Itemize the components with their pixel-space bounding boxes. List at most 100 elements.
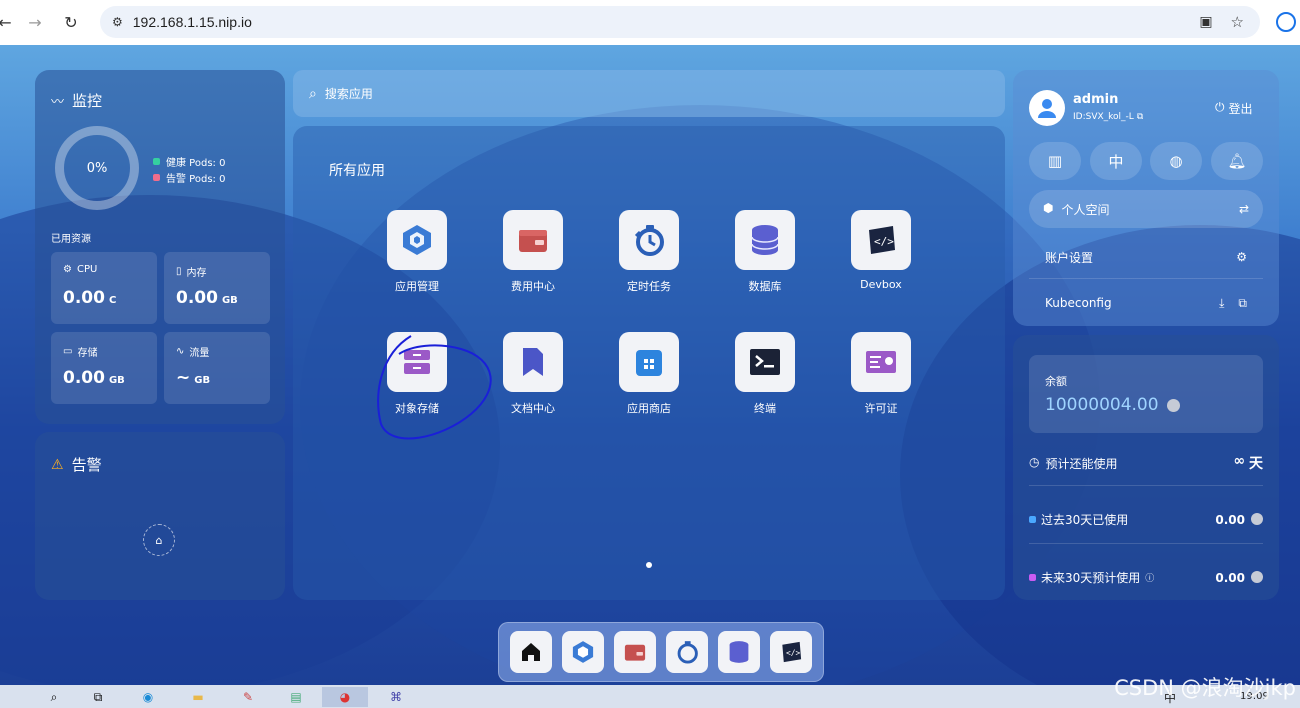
memory-icon: ▯ (176, 266, 182, 277)
divider (1029, 278, 1263, 279)
used-resources-label: 已用资源 (51, 234, 91, 245)
app-license[interactable]: 许可证 (836, 332, 926, 416)
store-icon (619, 332, 679, 392)
copy-kubeconfig-icon[interactable]: ⧉ (1238, 296, 1247, 311)
username: admin (1073, 92, 1119, 107)
network-tool-icon[interactable]: ⌘ (386, 687, 406, 707)
monitor-icon: 〰 (51, 95, 65, 110)
notification-button[interactable]: 🔔︎ (1211, 142, 1263, 180)
watermark: CSDN @浪淘沙jkp (1114, 676, 1296, 700)
kubeconfig: Kubeconfig ⤓ ⧉ (1045, 295, 1247, 311)
copy-icon[interactable]: ⧉ (1137, 112, 1143, 122)
bell-icon: 🔔︎ (1227, 152, 1247, 170)
notepad-icon[interactable]: ▤ (286, 687, 306, 707)
task-view-icon[interactable]: ⧉ (88, 687, 108, 707)
download-icon[interactable]: ⤓ (1219, 296, 1224, 311)
docs-button[interactable]: ▥ (1029, 142, 1081, 180)
user-panel: admin ID:SVX_kol_-L ⧉ ⏻ 登出 ▥ 中 ◍ 🔔︎ ⬢ 个人空… (1013, 70, 1279, 326)
search-input[interactable]: ⌕ 搜索应用 (293, 70, 1005, 117)
app-dock: </> (498, 622, 824, 682)
edge-browser-icon[interactable]: ◉ (138, 687, 158, 707)
search-icon[interactable]: ⌕ (44, 687, 64, 707)
disk-icon: ▭ (63, 346, 73, 357)
timer-icon (619, 210, 679, 270)
reload-button[interactable]: ↻ (56, 7, 86, 37)
wallet-icon (503, 210, 563, 270)
home-icon (522, 643, 540, 661)
account-settings[interactable]: 账户设置 ⚙ (1029, 245, 1263, 269)
app-billing-center[interactable]: 费用中心 (488, 210, 578, 294)
browser-toolbar: ← → ↻ ⚙ 192.168.1.15.nip.io ▣ ☆ (0, 0, 1300, 45)
paint-icon[interactable]: ✎ (238, 687, 258, 707)
file-explorer-icon[interactable]: ▬ (188, 687, 208, 707)
user-id[interactable]: ID:SVX_kol_-L ⧉ (1073, 112, 1143, 122)
healthy-dot (153, 158, 160, 165)
dock-billing-center[interactable] (614, 631, 656, 673)
divider (1029, 543, 1263, 544)
divider (1029, 485, 1263, 486)
traffic-icon: ∿ (176, 346, 185, 357)
install-icon[interactable]: ▣ (1199, 14, 1212, 30)
empty-alerts-icon: ⌂ (143, 524, 175, 556)
past-dot (1029, 516, 1036, 523)
app-devbox[interactable]: </> Devbox (836, 210, 926, 291)
page-indicator-dot[interactable] (646, 562, 652, 568)
github-button[interactable]: ◍ (1150, 142, 1202, 180)
app-scheduled-tasks[interactable]: 定时任务 (604, 210, 694, 294)
alerts-title: ⚠ 告警 (51, 456, 102, 474)
database-icon (729, 641, 749, 663)
help-icon[interactable]: ⓘ (1145, 571, 1154, 584)
wallet-icon (624, 644, 646, 661)
coin-icon (1166, 398, 1180, 412)
app-terminal[interactable]: 终端 (720, 332, 810, 416)
search-icon: ⌕ (309, 85, 317, 102)
desktop: 〰 监控 0% 健康 Pods: 0 告警 Pods: 0 已用资源 ⚙ CPU … (0, 45, 1300, 685)
cube-icon (572, 641, 594, 663)
document-icon (503, 332, 563, 392)
license-icon (851, 332, 911, 392)
dock-application-management[interactable] (562, 631, 604, 673)
cpu-icon: ⚙ (63, 264, 72, 275)
dock-home[interactable] (510, 631, 552, 673)
coin-icon (1251, 570, 1263, 583)
url-text: 192.168.1.15.nip.io (132, 14, 252, 30)
dock-database[interactable] (718, 631, 760, 673)
future-dot (1029, 574, 1036, 581)
forward-button[interactable]: → (20, 7, 50, 37)
monitor-title: 〰 监控 (51, 92, 103, 110)
svg-text:</>: </> (786, 649, 801, 658)
switch-icon: ⇄ (1238, 202, 1249, 216)
logout-button[interactable]: ⏻ 登出 (1215, 100, 1253, 117)
chrome-browser-icon[interactable]: ◕ (322, 687, 368, 707)
terminal-icon (735, 332, 795, 392)
app-document-center[interactable]: 文档中心 (488, 332, 578, 416)
app-store[interactable]: 应用商店 (604, 332, 694, 416)
workspace-switcher[interactable]: ⬢ 个人空间 ⇄ (1029, 190, 1263, 228)
language-button[interactable]: 中 (1090, 142, 1142, 180)
bookmark-star-icon[interactable]: ☆ (1231, 13, 1244, 31)
avatar[interactable] (1029, 90, 1065, 126)
next-30-days-row: 未来30天预计使用 ⓘ 0.00 (1029, 569, 1263, 586)
devbox-icon: </> (851, 210, 911, 270)
devbox-icon: </> (782, 641, 802, 663)
app-database[interactable]: 数据库 (720, 210, 810, 294)
profile-icon[interactable] (1276, 12, 1296, 32)
dock-devbox[interactable]: </> (770, 631, 812, 673)
dock-scheduled-tasks[interactable] (666, 631, 708, 673)
site-settings-icon[interactable]: ⚙ (112, 15, 123, 29)
search-placeholder: 搜索应用 (324, 87, 373, 101)
balance-label: 余额 (1045, 375, 1067, 388)
timer-icon (677, 641, 698, 664)
apps-title: 所有应用 (329, 163, 385, 179)
clock-icon: ◷ (1029, 454, 1040, 469)
cpu-card: ⚙ CPU 0.00 C (51, 252, 157, 324)
infinity-icon: ∞ (1233, 453, 1245, 469)
coin-icon (1251, 512, 1263, 525)
address-bar[interactable]: ⚙ 192.168.1.15.nip.io ▣ ☆ (100, 6, 1260, 38)
back-button[interactable]: ← (0, 7, 20, 37)
app-application-management[interactable]: 应用管理 (372, 210, 462, 294)
monitor-panel: 〰 监控 0% 健康 Pods: 0 告警 Pods: 0 已用资源 ⚙ CPU … (35, 70, 285, 424)
database-icon (735, 210, 795, 270)
cube-icon (387, 210, 447, 270)
past-30-days-row: 过去30天已使用 0.00 (1029, 511, 1263, 528)
